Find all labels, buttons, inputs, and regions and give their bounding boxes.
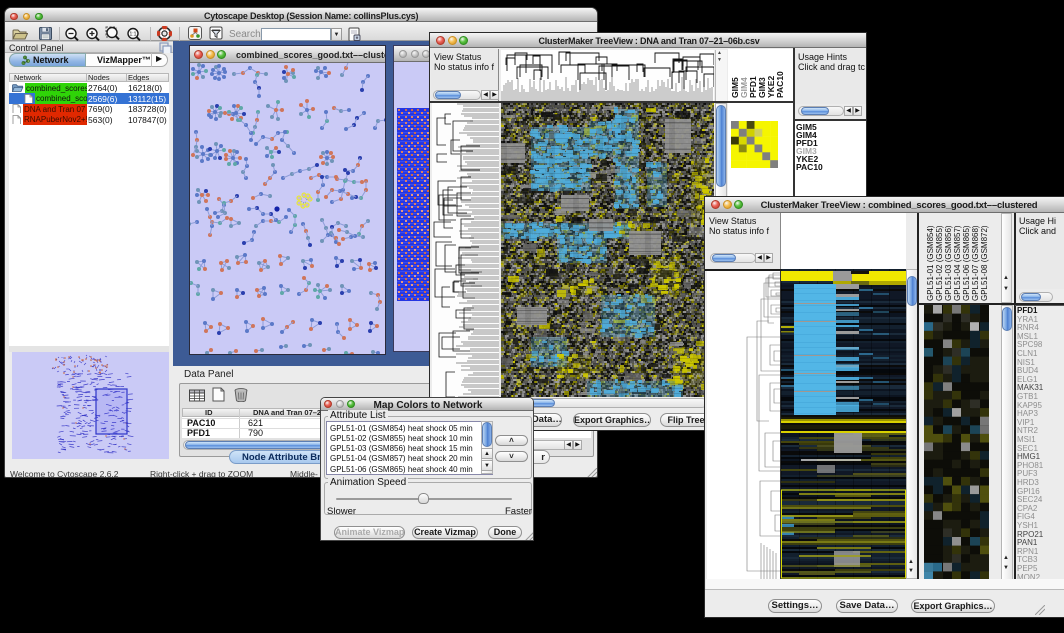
svg-text:1:1: 1:1: [130, 32, 137, 38]
